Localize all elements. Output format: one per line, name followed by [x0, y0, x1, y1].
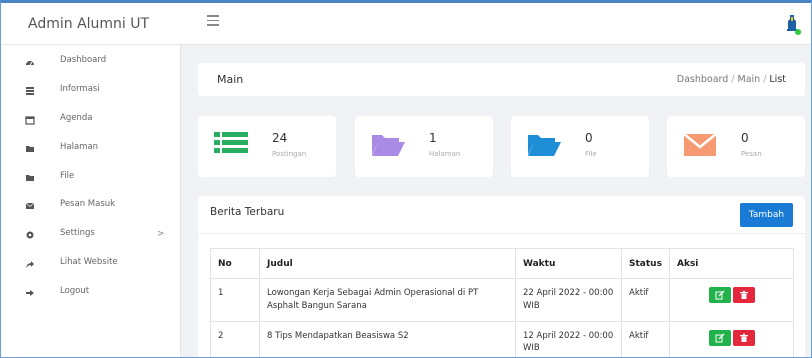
user-logo-icon[interactable]: [783, 13, 801, 37]
envelope-icon: [683, 133, 717, 156]
sidebar-item-halaman[interactable]: Halaman: [1, 138, 181, 164]
sidebar-item-file[interactable]: File: [1, 167, 181, 193]
table-header-row: No Judul Waktu Status Aksi: [210, 248, 794, 279]
breadcrumb-main[interactable]: Main: [738, 74, 761, 85]
sidebar-item-label: Pesan Masuk: [60, 199, 116, 209]
dashboard-icon: [26, 61, 34, 66]
stat-card-halaman[interactable]: 1 Halaman: [355, 116, 493, 177]
cell-status: Aktif: [621, 320, 670, 357]
sidebar-item-label: Logout: [60, 286, 90, 296]
sidebar-item-label: Dashboard: [60, 55, 107, 65]
column-header-aksi: Aksi: [669, 248, 794, 279]
cell-waktu: 22 April 2022 - 00:00 WIB: [515, 278, 622, 322]
stat-label: Pesan: [741, 150, 762, 158]
calendar-icon: [25, 116, 35, 125]
sidebar-item-label: Informasi: [60, 84, 100, 94]
sidebar-item-label: Halaman: [60, 142, 99, 152]
edit-button[interactable]: [708, 287, 731, 303]
stat-value: 24: [272, 131, 288, 145]
column-header-no: No: [210, 248, 260, 279]
stat-value: 0: [741, 131, 749, 145]
main-content: Main Dashboard / Main / List 24 Postingan 1 …: [181, 45, 811, 357]
delete-button[interactable]: [732, 287, 755, 303]
stat-card-pesan[interactable]: 0 Pesan: [667, 116, 805, 177]
chevron-right-icon: >: [157, 229, 165, 239]
app-frame: Admin Alumni UT Dashboard Informasi Agen…: [0, 0, 812, 358]
recent-posts-card: Berita Terbaru Tambah No Judul Waktu Sta…: [198, 196, 805, 357]
trash-icon: [739, 290, 748, 299]
sidebar-item-label: Settings: [60, 228, 95, 238]
sidebar-item-informasi[interactable]: Informasi: [1, 80, 181, 106]
edit-button[interactable]: [708, 329, 731, 346]
breadcrumb-dashboard[interactable]: Dashboard: [677, 74, 729, 85]
edit-icon: [715, 333, 724, 342]
sidebar-item-agenda[interactable]: Agenda: [1, 109, 181, 135]
cell-judul: 8 Tips Mendapatkan Beasiswa S2: [259, 320, 516, 357]
breadcrumb-separator: /: [731, 74, 735, 85]
top-bar: Admin Alumni UT: [1, 3, 811, 45]
stat-label: File: [585, 150, 597, 158]
stat-value: 0: [585, 131, 593, 145]
cell-status: Aktif: [621, 278, 670, 322]
hamburger-menu-icon[interactable]: [207, 15, 219, 27]
share-icon: [26, 261, 34, 268]
stat-value: 1: [429, 131, 437, 145]
stat-label: Halaman: [429, 150, 461, 158]
posts-card-header: Berita Terbaru Tambah: [198, 196, 805, 234]
folder-icon: [26, 175, 34, 181]
folder-icon: [26, 146, 34, 152]
column-header-judul: Judul: [259, 248, 516, 279]
sidebar-item-label: Agenda: [60, 113, 93, 123]
cell-no: 2: [210, 320, 260, 357]
breadcrumb: Dashboard / Main / List: [677, 74, 786, 85]
edit-icon: [715, 290, 724, 300]
sidebar-item-label: File: [60, 171, 75, 181]
cell-aksi: [669, 278, 794, 322]
list-icon: [26, 87, 34, 95]
stat-card-file[interactable]: 0 File: [511, 116, 649, 177]
page-header: Main Dashboard / Main / List: [198, 63, 805, 96]
column-header-waktu: Waktu: [515, 248, 622, 279]
logout-icon: [26, 290, 34, 296]
gear-icon: [26, 231, 34, 239]
add-post-button[interactable]: Tambah: [740, 203, 793, 227]
sidebar-item-dashboard[interactable]: Dashboard: [1, 51, 181, 77]
delete-button[interactable]: [732, 329, 755, 346]
sidebar-item-lihat-website[interactable]: Lihat Website: [1, 253, 181, 279]
stat-label: Postingan: [272, 150, 307, 158]
envelope-icon: [25, 202, 35, 209]
posts-table: No Judul Waktu Status Aksi 1 Lowongan Ke…: [210, 248, 794, 357]
sidebar-item-logout[interactable]: Logout: [1, 282, 181, 308]
table-row: 2 8 Tips Mendapatkan Beasiswa S2 12 Apri…: [210, 320, 794, 357]
stat-card-postingan[interactable]: 24 Postingan: [198, 116, 336, 177]
folder-open-icon: [372, 135, 405, 156]
posts-title: Berita Terbaru: [210, 206, 285, 218]
sidebar-item-pesan-masuk[interactable]: Pesan Masuk: [1, 195, 181, 221]
sidebar: Dashboard Informasi Agenda Halaman File …: [1, 45, 181, 357]
page-title: Main: [217, 73, 244, 86]
sidebar-item-settings[interactable]: Settings >: [1, 224, 181, 250]
breadcrumb-separator: /: [763, 74, 767, 85]
cell-aksi: [669, 320, 794, 357]
sidebar-item-label: Lihat Website: [60, 257, 118, 267]
cell-judul: Lowongan Kerja Sebagai Admin Operasional…: [259, 278, 516, 322]
folder-open-icon: [528, 135, 561, 156]
cell-waktu: 12 April 2022 - 00:00 WIB: [515, 320, 622, 357]
column-header-status: Status: [621, 248, 670, 279]
trash-icon: [739, 333, 748, 342]
table-row: 1 Lowongan Kerja Sebagai Admin Operasion…: [210, 278, 794, 322]
brand-title: Admin Alumni UT: [28, 16, 150, 32]
cell-no: 1: [210, 278, 260, 322]
list-icon: [214, 132, 248, 153]
breadcrumb-list: List: [769, 74, 786, 85]
